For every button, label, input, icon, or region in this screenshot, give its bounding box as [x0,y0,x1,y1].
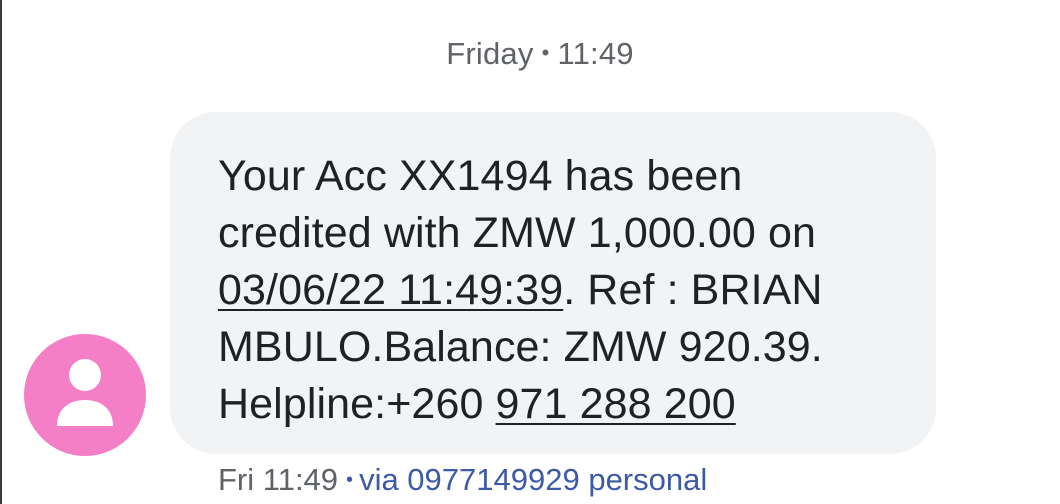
date-divider-separator: • [541,40,550,65]
date-divider-time: 11:49 [557,36,634,71]
date-divider-day: Friday [446,36,534,71]
message-line: Helpline:+260 971 288 200 [218,376,906,433]
conversation-screen: Friday • 11:49 Your Acc XX1494 has been cr… [0,0,1060,504]
message-line: credited with ZMW 1,000.00 on [218,209,817,257]
phone-number-link[interactable]: 971 288 200 [496,380,736,428]
person-icon [57,359,113,426]
helpline-label: Helpline:+260 [218,380,496,428]
datetime-link[interactable]: 03/06/22 11:49:39 [218,266,563,314]
contact-avatar[interactable] [24,334,146,456]
sim-indicator: via 0977149929 personal [359,462,708,497]
message-line: Your Acc XX1494 has been [218,152,743,200]
date-divider: Friday • 11:49 [0,36,1060,72]
meta-separator: • [346,469,354,491]
message-timestamp: Fri 11:49 [218,462,339,497]
message-meta: Fri 11:49 • via 0977149929 personal [218,462,707,498]
message-line: MBULO.Balance: ZMW 920.39. [218,323,823,371]
left-edge-divider [0,0,2,504]
message-line: 03/06/22 11:49:39. Ref : BRIAN [218,262,906,319]
message-text: . Ref : BRIAN [563,266,823,314]
message-bubble[interactable]: Your Acc XX1494 has been credited with Z… [170,112,936,454]
